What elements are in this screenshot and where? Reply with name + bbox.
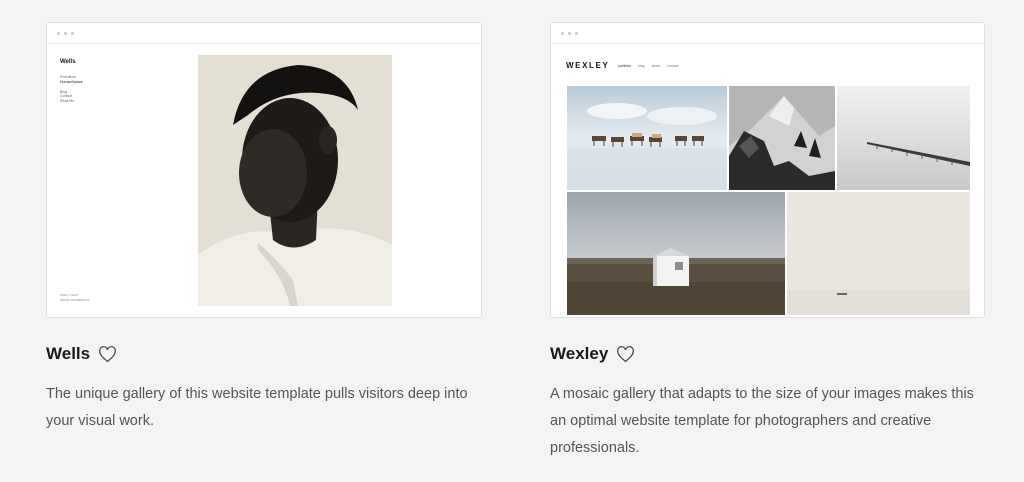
dot-icon — [575, 31, 578, 35]
preview-nav: Portraiture Human/Nature Blog Contact Re… — [60, 75, 83, 104]
template-preview[interactable]: Wells Portraiture Human/Nature Blog Cont… — [46, 22, 482, 318]
preview-logo: WEXLEY — [566, 61, 610, 70]
dot-icon — [64, 31, 67, 35]
dot-icon — [568, 31, 571, 35]
preview-nav-item: about — [651, 63, 661, 68]
template-title-row: Wexley — [550, 344, 635, 364]
mosaic-photo — [567, 86, 727, 190]
heart-outline-icon[interactable] — [98, 345, 117, 363]
dot-icon — [561, 31, 564, 35]
template-card-wexley[interactable]: WEXLEY portfolio blog about contact Wexl… — [550, 22, 985, 456]
preview-nav: portfolio blog about contact — [618, 64, 678, 68]
mosaic-photo — [837, 86, 970, 190]
template-card-wells[interactable]: Wells Portraiture Human/Nature Blog Cont… — [46, 22, 482, 429]
template-title[interactable]: Wells — [46, 344, 90, 364]
template-description: The unique gallery of this website templ… — [46, 386, 468, 429]
preview-nav-item: blog — [637, 63, 645, 68]
dot-icon — [71, 31, 74, 35]
template-preview[interactable]: WEXLEY portfolio blog about contact — [550, 22, 985, 318]
browser-bar — [47, 23, 481, 44]
preview-nav-item: contact — [667, 63, 679, 68]
preview-logo: Wells — [60, 59, 76, 65]
preview-nav-item: Human/Nature — [60, 79, 83, 84]
dot-icon — [57, 31, 60, 35]
mosaic-photo — [567, 192, 785, 315]
preview-footer: PREV / NEXT SHOW THUMBNAILS — [60, 293, 89, 303]
preview-nav-item: Read Me — [60, 99, 75, 104]
portrait-photo — [198, 55, 392, 306]
template-description: A mosaic gallery that adapts to the size… — [550, 386, 974, 456]
mosaic-photo — [787, 192, 970, 315]
mosaic-photo — [729, 86, 835, 190]
preview-nav-item: portfolio — [618, 63, 631, 68]
browser-bar — [551, 23, 984, 44]
preview-header: WEXLEY portfolio blog about contact — [566, 61, 679, 70]
preview-footer-item: SHOW THUMBNAILS — [60, 298, 90, 302]
template-title[interactable]: Wexley — [550, 344, 608, 364]
template-title-row: Wells — [46, 344, 117, 364]
heart-outline-icon[interactable] — [616, 345, 635, 363]
